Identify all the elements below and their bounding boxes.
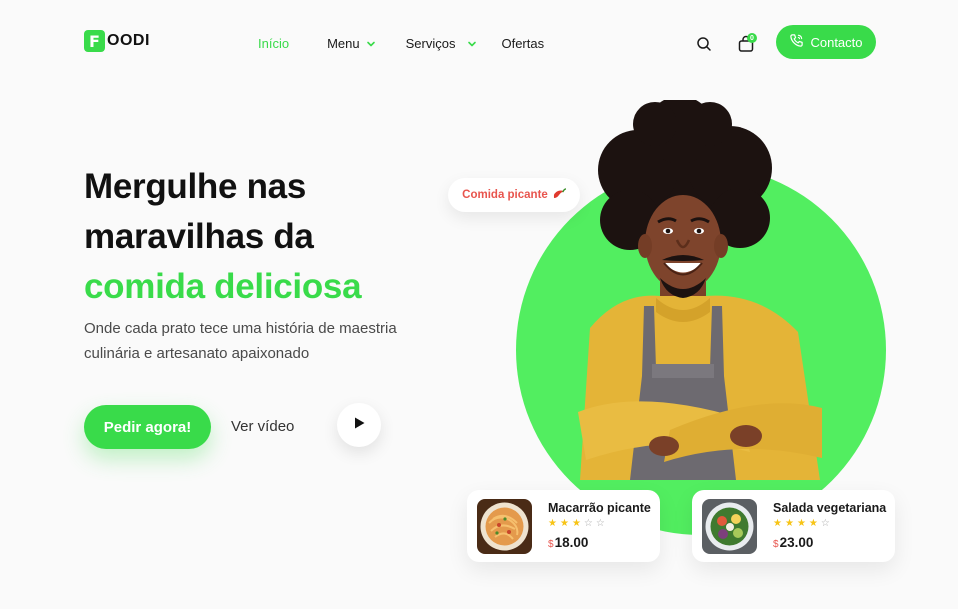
contact-button[interactable]: Contacto — [776, 25, 876, 59]
star-empty-icon: ☆ — [595, 518, 605, 529]
hero-title-line2: maravilhas da — [84, 217, 314, 256]
product-name: Macarrão picante — [548, 501, 651, 515]
nav-item-label: Ofertas — [501, 36, 545, 51]
star-filled-icon: ★ — [548, 518, 557, 529]
logo-text: OODI — [107, 32, 150, 49]
logo-badge: F — [84, 30, 105, 52]
logo[interactable]: F OODI — [84, 30, 150, 52]
nav-item-menu[interactable]: Menu — [327, 36, 376, 51]
star-filled-icon: ★ — [784, 518, 794, 529]
price-value: 18.00 — [554, 535, 589, 550]
chevron-down-icon — [366, 39, 376, 49]
star-filled-icon: ★ — [559, 518, 569, 529]
nav-item-label: Serviços — [405, 36, 456, 51]
star-empty-icon: ☆ — [583, 518, 593, 529]
nav-item-inicio[interactable]: Início — [258, 36, 289, 51]
hero-title-line1: Mergulhe nas — [84, 167, 307, 206]
star-filled-icon: ★ — [796, 518, 806, 529]
currency-symbol: $ — [773, 539, 779, 550]
chevron-down-icon — [467, 39, 477, 49]
star-filled-icon: ★ — [571, 518, 581, 529]
product-price: $18.00 — [548, 535, 588, 550]
nav-item-servicos[interactable]: Serviços — [406, 36, 478, 51]
nav-item-label: Início — [258, 36, 290, 51]
star-filled-icon: ★ — [808, 518, 818, 529]
order-now-button[interactable]: Pedir agora! — [84, 405, 211, 449]
spicy-food-tag: Comida picante — [448, 178, 580, 212]
hero-title: Mergulhe nas maravilhas da comida delici… — [84, 162, 362, 312]
cart-count-badge: 0 — [747, 33, 757, 43]
chef-image — [560, 96, 850, 520]
price-value: 23.00 — [779, 535, 814, 550]
play-icon — [351, 415, 367, 436]
rating-stars: ★ ★ ★ ★ ☆ — [773, 518, 830, 530]
contact-button-label: Contacto — [810, 34, 863, 50]
spicy-pasta-image — [477, 499, 532, 554]
product-card-spicy-pasta[interactable]: Macarrão picante ★ ★ ★ ☆ ☆ $18.00 — [467, 490, 660, 562]
chili-pepper-icon — [552, 187, 567, 203]
product-card-vegetarian-salad[interactable]: Salada vegetariana ★ ★ ★ ★ ☆ $23.00 — [692, 490, 895, 562]
product-name: Salada vegetariana — [773, 501, 887, 515]
hero-subtitle: Onde cada prato tece uma história de mae… — [84, 320, 397, 362]
vegetarian-salad-image — [702, 499, 757, 554]
phone-icon — [789, 33, 804, 51]
main-nav: Início Menu Serviços Ofertas — [258, 36, 544, 51]
nav-item-ofertas[interactable]: Ofertas — [501, 36, 544, 51]
search-icon[interactable] — [696, 36, 712, 52]
star-empty-icon: ☆ — [820, 518, 830, 529]
rating-stars: ★ ★ ★ ☆ ☆ — [548, 518, 605, 530]
watch-video-link[interactable]: Ver vídeo — [231, 418, 294, 435]
nav-item-label: Menu — [327, 36, 360, 51]
spicy-food-tag-label: Comida picante — [462, 189, 548, 201]
hero-title-accent: comida deliciosa — [84, 267, 362, 306]
star-filled-icon: ★ — [773, 518, 782, 529]
currency-symbol: $ — [548, 539, 554, 550]
play-video-button[interactable] — [337, 403, 381, 447]
product-price: $23.00 — [773, 535, 813, 550]
